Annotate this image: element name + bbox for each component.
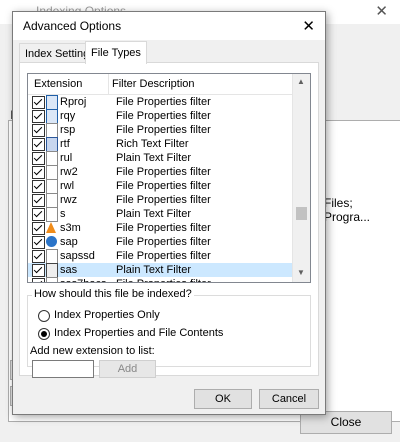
row-checkbox[interactable] xyxy=(32,124,45,137)
list-item[interactable]: rwz File Properties filter xyxy=(28,193,292,208)
radio-label-properties-and-contents[interactable]: Index Properties and File Contents xyxy=(54,327,223,339)
row-extension: sas xyxy=(60,264,78,276)
row-extension: sap xyxy=(60,236,78,248)
row-extension: rwl xyxy=(60,180,75,192)
row-extension: rw2 xyxy=(60,166,78,178)
scrollbar-thumb[interactable] xyxy=(296,207,307,220)
dialog-title: Advanced Options xyxy=(23,19,122,33)
list-item[interactable]: sas7bacs File Properties filter xyxy=(28,277,292,282)
dialog-close-icon[interactable]: ✕ xyxy=(302,17,315,35)
index-method-group-title: How should this file be indexed? xyxy=(32,288,194,300)
row-filter-description: File Properties filter xyxy=(116,277,211,282)
list-item[interactable]: rwl File Properties filter xyxy=(28,179,292,194)
row-checkbox[interactable] xyxy=(32,180,45,193)
row-filter-description: Plain Text Filter xyxy=(116,152,191,164)
ok-button[interactable]: OK xyxy=(194,389,252,409)
radio-label-properties-only[interactable]: Index Properties Only xyxy=(54,309,160,321)
row-checkbox[interactable] xyxy=(32,96,45,109)
rproj-icon xyxy=(46,95,58,110)
generic-file-icon xyxy=(46,123,58,138)
list-item[interactable]: Rproj File Properties filter xyxy=(28,95,292,110)
row-filter-description: File Properties filter xyxy=(116,250,211,262)
list-item[interactable]: s Plain Text Filter xyxy=(28,207,292,222)
list-header: Extension Filter Description xyxy=(28,74,292,95)
radio-index-properties-only[interactable] xyxy=(38,310,50,322)
row-checkbox[interactable] xyxy=(32,278,45,282)
row-checkbox[interactable] xyxy=(32,166,45,179)
dialog-titlebar: Advanced Options ✕ xyxy=(13,12,325,40)
row-filter-description: File Properties filter xyxy=(116,194,211,206)
column-header-description[interactable]: Filter Description xyxy=(112,78,195,90)
sas-file-icon xyxy=(46,263,58,278)
generic-file-icon xyxy=(46,277,58,282)
row-checkbox[interactable] xyxy=(32,222,45,235)
add-button[interactable]: Add xyxy=(99,360,156,378)
add-extension-label: Add new extension to list: xyxy=(30,345,155,357)
word-document-icon xyxy=(46,137,58,152)
row-extension: rul xyxy=(60,152,73,164)
list-rows: Rproj File Properties filter rqy File Prope… xyxy=(28,95,292,282)
row-filter-description: Plain Text Filter xyxy=(116,264,191,276)
row-filter-description: File Properties filter xyxy=(116,166,211,178)
radio-index-properties-and-contents[interactable] xyxy=(38,328,50,340)
row-extension: sapssd xyxy=(60,250,95,262)
scroll-up-arrow-icon[interactable]: ▲ xyxy=(297,77,305,86)
row-filter-description: Rich Text Filter xyxy=(116,138,189,150)
row-filter-description: File Properties filter xyxy=(116,96,211,108)
included-locations-text: Files; Progra... xyxy=(324,196,371,224)
generic-file-icon xyxy=(46,193,58,208)
list-item[interactable]: sap File Properties filter xyxy=(28,235,292,249)
generic-file-icon xyxy=(46,207,58,222)
row-checkbox[interactable] xyxy=(32,152,45,165)
row-extension: Rproj xyxy=(60,96,87,108)
rqy-file-icon xyxy=(46,109,58,124)
sap-logo-icon xyxy=(46,236,57,247)
generic-file-icon xyxy=(46,179,58,194)
row-filter-description: File Properties filter xyxy=(116,110,211,122)
list-item[interactable]: rtf Rich Text Filter xyxy=(28,137,292,152)
generic-file-icon xyxy=(46,151,58,166)
window-close-icon[interactable]: ✕ xyxy=(375,2,388,20)
row-checkbox[interactable] xyxy=(32,110,45,123)
column-separator[interactable] xyxy=(108,74,109,94)
vertical-scrollbar[interactable]: ▲ ▼ xyxy=(292,74,310,282)
row-filter-description: File Properties filter xyxy=(116,180,211,192)
row-extension: rtf xyxy=(60,138,70,150)
cancel-button[interactable]: Cancel xyxy=(259,389,319,409)
row-extension: rwz xyxy=(60,194,78,206)
row-checkbox[interactable] xyxy=(32,250,45,263)
row-filter-description: Plain Text Filter xyxy=(116,208,191,220)
row-filter-description: File Properties filter xyxy=(116,222,211,234)
generic-file-icon xyxy=(46,249,58,264)
row-checkbox[interactable] xyxy=(32,138,45,151)
vlc-cone-icon xyxy=(46,221,56,234)
add-extension-input[interactable] xyxy=(32,360,94,378)
row-extension: s xyxy=(60,208,66,220)
list-item[interactable]: rqy File Properties filter xyxy=(28,109,292,124)
list-item[interactable]: sapssd File Properties filter xyxy=(28,249,292,264)
list-item[interactable]: rw2 File Properties filter xyxy=(28,165,292,180)
advanced-options-dialog: Advanced Options ✕ Index Settings File T… xyxy=(12,11,326,415)
scroll-down-arrow-icon[interactable]: ▼ xyxy=(297,268,305,277)
column-header-extension[interactable]: Extension xyxy=(34,78,82,90)
file-types-list[interactable]: Extension Filter Description Rproj File P… xyxy=(27,73,311,283)
row-extension: rsp xyxy=(60,124,76,136)
row-filter-description: File Properties filter xyxy=(116,236,211,248)
list-item[interactable]: s3m File Properties filter xyxy=(28,221,292,235)
row-filter-description: File Properties filter xyxy=(116,124,211,136)
list-item[interactable]: rul Plain Text Filter xyxy=(28,151,292,166)
row-checkbox[interactable] xyxy=(32,194,45,207)
row-extension: rqy xyxy=(60,110,76,122)
list-item[interactable]: rsp File Properties filter xyxy=(28,123,292,138)
file-types-panel: Extension Filter Description Rproj File P… xyxy=(19,62,319,376)
row-extension: sas7bacs xyxy=(60,277,106,282)
row-checkbox[interactable] xyxy=(32,264,45,277)
tab-file-types[interactable]: File Types xyxy=(85,41,147,64)
row-checkbox[interactable] xyxy=(32,208,45,221)
list-item[interactable]: sas Plain Text Filter xyxy=(28,263,292,278)
generic-file-icon xyxy=(46,165,58,180)
row-checkbox[interactable] xyxy=(32,236,45,249)
row-extension: s3m xyxy=(60,222,81,234)
